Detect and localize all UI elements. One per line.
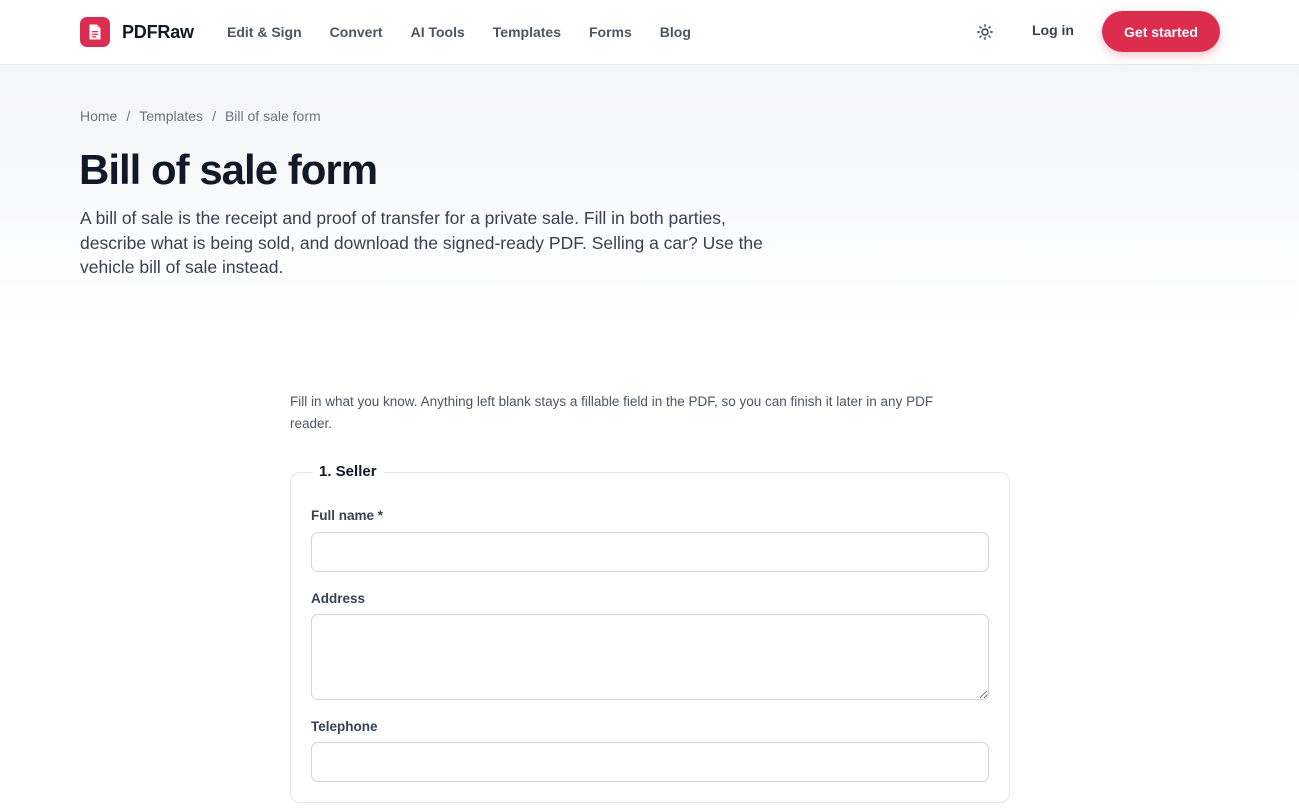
breadcrumb-templates[interactable]: Templates [139,108,203,124]
main-nav: Edit & Sign Convert AI Tools Templates F… [227,0,719,64]
nav-blog[interactable]: Blog [660,24,691,40]
theme-toggle-button[interactable] [972,20,998,44]
breadcrumb-separator: / [126,108,131,124]
page-title: Bill of sale form [79,146,378,193]
site-header: PDFRaw Edit & Sign Convert AI Tools Temp… [0,0,1299,65]
address-label: Address [311,591,366,606]
breadcrumb-separator: / [212,108,216,124]
form-intro: Fill in what you know. Anything left bla… [290,394,934,431]
breadcrumb-current: Bill of sale form [224,108,321,124]
telephone-label: Telephone [311,719,378,734]
full-name-label: Full name * [311,508,384,523]
login-link[interactable]: Log in [1032,22,1074,38]
brand-link[interactable]: PDFRaw [80,17,194,47]
hero-section: Home / Templates / Bill of sale form Bil… [0,65,1299,325]
telephone-input[interactable] [311,742,989,782]
nav-ai-tools[interactable]: AI Tools [411,24,465,40]
seller-legend: 1. Seller [313,462,383,482]
sun-icon [977,24,993,40]
document-icon [80,17,110,47]
get-started-button[interactable]: Get started [1102,11,1220,52]
page-description: A bill of sale is the receipt and proof … [80,208,763,277]
breadcrumb-home[interactable]: Home [80,108,117,124]
nav-forms[interactable]: Forms [589,24,632,40]
brand-name: PDFRaw [122,21,194,42]
nav-convert[interactable]: Convert [330,24,383,40]
address-textarea[interactable] [311,614,989,700]
nav-templates[interactable]: Templates [493,24,561,40]
breadcrumb: Home / Templates / Bill of sale form [80,108,321,124]
nav-edit-sign[interactable]: Edit & Sign [227,24,302,40]
full-name-input[interactable] [311,532,989,572]
